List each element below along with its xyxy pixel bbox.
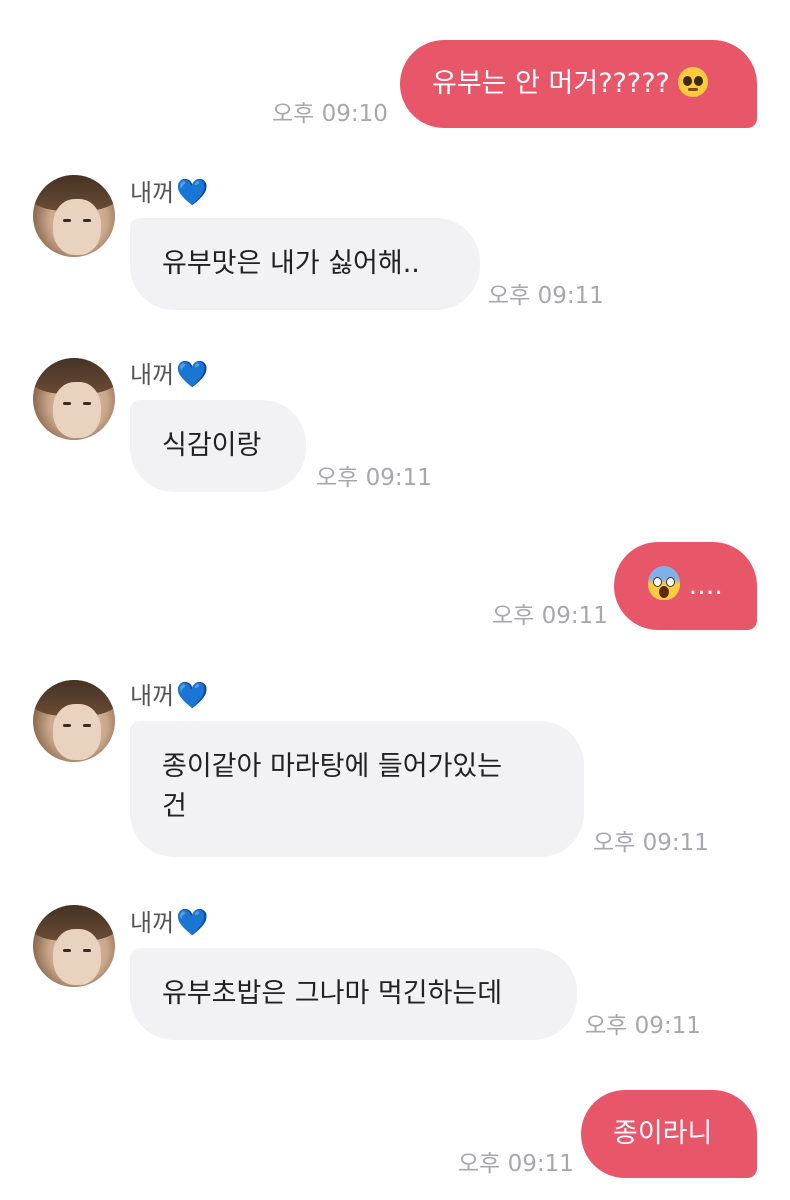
message-timestamp: 오후 09:11 xyxy=(316,465,432,491)
blue-heart-icon: 💙 xyxy=(176,360,209,390)
message-text: 유부맛은 내가 싫어해.. xyxy=(162,248,420,279)
blue-heart-icon: 💙 xyxy=(176,681,209,711)
message-text-line: 종이같아 마라탕에 들어가있는 xyxy=(162,751,503,782)
sender-name: 내꺼💙 xyxy=(130,360,209,390)
message-text: 식감이랑 xyxy=(162,430,262,461)
sender-name: 내꺼💙 xyxy=(130,178,209,208)
sender-name: 내꺼💙 xyxy=(130,908,209,938)
message-bubble-incoming[interactable]: 유부맛은 내가 싫어해.. xyxy=(130,218,480,310)
message-bubble-outgoing[interactable]: 유부는 안 머거????? xyxy=(400,40,757,128)
message-bubble-outgoing[interactable]: .... xyxy=(614,542,757,630)
message-timestamp: 오후 09:11 xyxy=(585,1013,701,1039)
sender-name: 내꺼💙 xyxy=(130,681,209,711)
message-text: .... xyxy=(688,570,723,601)
message-timestamp: 오후 09:11 xyxy=(492,603,608,629)
pleading-face-icon xyxy=(678,67,709,97)
message-timestamp: 오후 09:11 xyxy=(488,283,604,309)
contact-avatar[interactable] xyxy=(33,905,115,987)
blue-heart-icon: 💙 xyxy=(176,908,209,938)
message-bubble-incoming[interactable]: 종이같아 마라탕에 들어가있는 건 xyxy=(130,721,584,857)
message-text: 유부초밥은 그나마 먹긴하는데 xyxy=(162,978,503,1009)
blue-heart-icon: 💙 xyxy=(176,178,209,208)
message-bubble-incoming[interactable]: 유부초밥은 그나마 먹긴하는데 xyxy=(130,948,577,1040)
message-text: 종이라니 xyxy=(613,1118,713,1149)
message-text-line: 건 xyxy=(162,791,187,822)
message-timestamp: 오후 09:11 xyxy=(458,1151,574,1177)
screaming-face-icon xyxy=(648,566,680,600)
contact-avatar[interactable] xyxy=(33,680,115,762)
message-bubble-outgoing[interactable]: 종이라니 xyxy=(581,1090,757,1178)
message-timestamp: 오후 09:10 xyxy=(272,101,388,127)
message-bubble-incoming[interactable]: 식감이랑 xyxy=(130,400,306,492)
contact-avatar[interactable] xyxy=(33,358,115,440)
contact-avatar[interactable] xyxy=(33,175,115,257)
message-text: 유부는 안 머거????? xyxy=(432,68,670,99)
message-timestamp: 오후 09:11 xyxy=(593,830,709,856)
